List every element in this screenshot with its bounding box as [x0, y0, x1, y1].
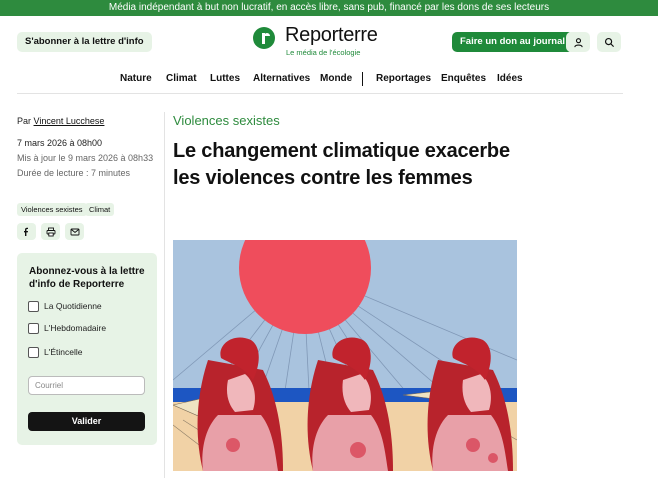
- main-nav: Nature Climat Luttes Alternatives Monde …: [0, 70, 658, 88]
- column-divider: [164, 112, 165, 478]
- update-date: Mis à jour le 9 mars 2026 à 08h33: [17, 153, 154, 163]
- nav-item-climat[interactable]: Climat: [166, 73, 197, 84]
- option-label: L'Étincelle: [44, 347, 83, 357]
- nav-item-luttes[interactable]: Luttes: [210, 73, 240, 84]
- logo-tagline: Le média de l'écologie: [286, 48, 361, 57]
- option-label: L'Hebdomadaire: [44, 323, 107, 333]
- print-icon: [46, 227, 55, 236]
- validate-button[interactable]: Valider: [28, 412, 145, 431]
- nav-item-enquetes[interactable]: Enquêtes: [441, 73, 486, 84]
- publish-date: 7 mars 2026 à 08h00: [17, 138, 103, 148]
- option-label: La Quotidienne: [44, 301, 102, 311]
- site-logo[interactable]: Reporterre Le média de l'écologie: [253, 24, 393, 60]
- tag-climat[interactable]: Climat: [85, 203, 115, 216]
- nav-item-reportages[interactable]: Reportages: [376, 73, 431, 84]
- share-mail-button[interactable]: [65, 223, 84, 240]
- nav-separator: [362, 72, 363, 86]
- author-link[interactable]: Vincent Lucchese: [34, 116, 105, 126]
- byline-prefix: Par: [17, 116, 32, 126]
- checkbox[interactable]: [28, 300, 39, 312]
- reading-time: Durée de lecture : 7 minutes: [17, 168, 131, 178]
- checkbox[interactable]: [28, 322, 39, 334]
- nav-divider: [17, 93, 623, 94]
- subscribe-newsletter-button[interactable]: S'abonner à la lettre d'info: [17, 32, 152, 52]
- nav-item-alternatives[interactable]: Alternatives: [253, 73, 310, 84]
- checkbox[interactable]: [28, 346, 39, 358]
- logo-name: Reporterre: [285, 24, 378, 46]
- nav-item-monde[interactable]: Monde: [320, 73, 352, 84]
- nav-item-nature[interactable]: Nature: [120, 73, 152, 84]
- newsletter-box: Abonnez-vous à la lettre d'info de Repor…: [17, 253, 157, 445]
- search-icon: [604, 37, 614, 47]
- facebook-icon: [23, 227, 28, 236]
- article-category[interactable]: Violences sexistes: [173, 113, 280, 128]
- account-button[interactable]: [566, 32, 590, 52]
- email-field[interactable]: Courriel: [28, 376, 145, 395]
- print-button[interactable]: [41, 223, 60, 240]
- search-button[interactable]: [597, 32, 621, 52]
- share-facebook-button[interactable]: [17, 223, 36, 240]
- mail-icon: [70, 228, 79, 235]
- byline: Par Vincent Lucchese: [17, 114, 157, 129]
- article-illustration: [173, 240, 517, 471]
- newsletter-title: Abonnez-vous à la lettre d'info de Repor…: [29, 266, 145, 290]
- user-icon: [573, 37, 583, 47]
- donate-button[interactable]: Faire un don au journal: [452, 32, 574, 52]
- newsletter-option-etincelle[interactable]: L'Étincelle: [28, 346, 82, 358]
- newsletter-option-quotidienne[interactable]: La Quotidienne: [28, 300, 102, 312]
- article-meta: Par Vincent Lucchese 7 mars 2026 à 08h00…: [17, 114, 157, 181]
- tag-violences-sexistes[interactable]: Violences sexistes: [17, 203, 87, 216]
- banner-text: Média indépendant à but non lucratif, en…: [108, 2, 550, 13]
- article-title: Le changement climatique exacerbe les vi…: [173, 140, 510, 189]
- logo-mark-icon: [253, 27, 275, 49]
- newsletter-option-hebdomadaire[interactable]: L'Hebdomadaire: [28, 322, 106, 334]
- top-banner: Média indépendant à but non lucratif, en…: [0, 0, 658, 16]
- nav-item-idees[interactable]: Idées: [497, 73, 523, 84]
- illustration-women-sun-image: [173, 240, 517, 471]
